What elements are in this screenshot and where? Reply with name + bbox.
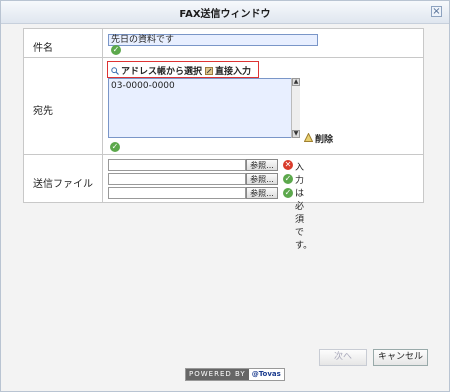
address-book-label: アドレス帳から選択 — [121, 67, 203, 77]
subject-ok-icon: ✓ — [111, 45, 121, 55]
close-icon[interactable]: × — [431, 6, 442, 17]
direct-input-button[interactable]: 直接入力 — [205, 64, 251, 77]
subject-row: 件名 先日の資料です ✓ — [24, 29, 423, 57]
scroll-up-icon[interactable]: ▲ — [292, 78, 300, 86]
destination-ok-icon: ✓ — [110, 142, 120, 152]
file-input-2[interactable] — [108, 173, 246, 185]
destination-scrollbar[interactable]: ▲ ▼ — [291, 78, 300, 138]
browse-button-1[interactable]: 参照... — [246, 159, 278, 171]
brand-logo: @Tovas — [248, 369, 284, 380]
required-message: 入力は必須です。 — [295, 163, 313, 251]
subject-label: 件名 — [33, 43, 53, 54]
destination-textarea[interactable]: 03-0000-0000 — [108, 78, 300, 138]
browse-button-3[interactable]: 参照... — [246, 187, 278, 199]
destination-value: 03-0000-0000 — [111, 81, 175, 91]
title-bar: FAX送信ウィンドウ × — [1, 1, 449, 24]
pencil-icon — [205, 66, 213, 75]
cancel-button[interactable]: キャンセル — [373, 349, 428, 366]
delete-label: 削除 — [315, 135, 334, 145]
powered-by-badge: POWERED BY @Tovas — [185, 368, 285, 381]
fax-send-window: FAX送信ウィンドウ × 件名 先日の資料です ✓ 宛先 アドレス帳から選択 直… — [0, 0, 450, 392]
search-icon — [111, 66, 119, 75]
destination-toolbar: アドレス帳から選択 直接入力 — [107, 61, 259, 78]
file-3-ok-icon: ✓ — [283, 188, 293, 198]
browse-button-2[interactable]: 参照... — [246, 173, 278, 185]
address-book-button[interactable]: アドレス帳から選択 — [111, 64, 202, 77]
trash-icon — [303, 131, 314, 145]
file-input-3[interactable] — [108, 187, 246, 199]
powered-by-label: POWERED BY — [186, 369, 249, 380]
file-2-ok-icon: ✓ — [283, 174, 293, 184]
file-input-1[interactable] — [108, 159, 246, 171]
next-button[interactable]: 次へ — [319, 349, 367, 366]
destination-row: 宛先 アドレス帳から選択 直接入力 03-0000-0000 ▲ ▼ 削除 ✓ — [24, 57, 423, 155]
window-title: FAX送信ウィンドウ — [179, 9, 271, 20]
attachments-row: 送信ファイル 参照... ✕ 入力は必須です。 参照... ✓ 参照... ✓ — [24, 154, 423, 251]
fax-form: 件名 先日の資料です ✓ 宛先 アドレス帳から選択 直接入力 03-0000-0… — [23, 28, 424, 251]
attachments-label: 送信ファイル — [33, 179, 93, 190]
error-icon: ✕ — [283, 160, 293, 170]
scroll-down-icon[interactable]: ▼ — [292, 130, 300, 138]
subject-input[interactable]: 先日の資料です — [108, 34, 318, 46]
delete-button[interactable]: 削除 — [303, 131, 334, 145]
destination-label: 宛先 — [33, 106, 53, 117]
direct-input-label: 直接入力 — [215, 67, 252, 77]
